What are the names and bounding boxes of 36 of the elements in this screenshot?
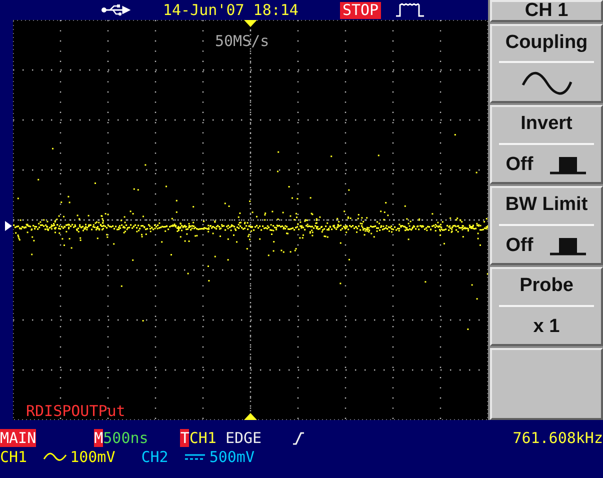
- usb-icon: [101, 4, 131, 16]
- menu-button[interactable]: Coupling: [490, 24, 603, 103]
- sine-wave-icon: [520, 70, 574, 96]
- dc-coupling-icon: [184, 452, 206, 460]
- menu-value: Off: [506, 234, 534, 257]
- timebase-value: 500ns: [103, 428, 148, 446]
- timebase-badge: M: [94, 428, 104, 446]
- rising-edge-icon: [292, 430, 304, 444]
- signal-label: RDISPOUTPut: [26, 401, 126, 422]
- mode-badge: MAIN: [0, 428, 36, 446]
- menu-title: CH 1: [490, 0, 603, 22]
- menu-button[interactable]: Probe x 1: [490, 267, 603, 346]
- menu-label: BW Limit: [505, 194, 588, 216]
- date-time: 14-Jun'07 18:14: [163, 0, 298, 21]
- trigger-waveform-icon: [394, 3, 425, 17]
- ac-coupling-icon: [43, 452, 68, 462]
- menu-button[interactable]: Invert Off: [490, 105, 603, 184]
- pulse-icon: [549, 154, 588, 175]
- sample-rate-label: 50MS/s: [215, 31, 270, 52]
- menu-label: Probe: [520, 275, 574, 298]
- menu-value: x 1: [533, 316, 560, 338]
- menu-label: Invert: [520, 113, 572, 136]
- menu-label: Coupling: [505, 32, 588, 54]
- channel-scale: 500mV: [209, 448, 254, 466]
- channel-marker-icon: [4, 221, 12, 231]
- menu-button[interactable]: BW Limit Off: [490, 186, 603, 265]
- pulse-icon: [549, 236, 588, 256]
- menu-value: Off: [506, 154, 534, 176]
- trigger-type: EDGE: [225, 428, 262, 446]
- channel-scale: 100mV: [70, 448, 116, 466]
- channel-name: CH2: [141, 448, 168, 466]
- channel-name: CH1: [0, 448, 28, 466]
- frequency-readout: 761.608kHz: [512, 428, 603, 446]
- trigger-badge: T: [180, 428, 190, 446]
- run-state-badge: STOP: [340, 2, 381, 18]
- trigger-source: CH1: [189, 428, 216, 446]
